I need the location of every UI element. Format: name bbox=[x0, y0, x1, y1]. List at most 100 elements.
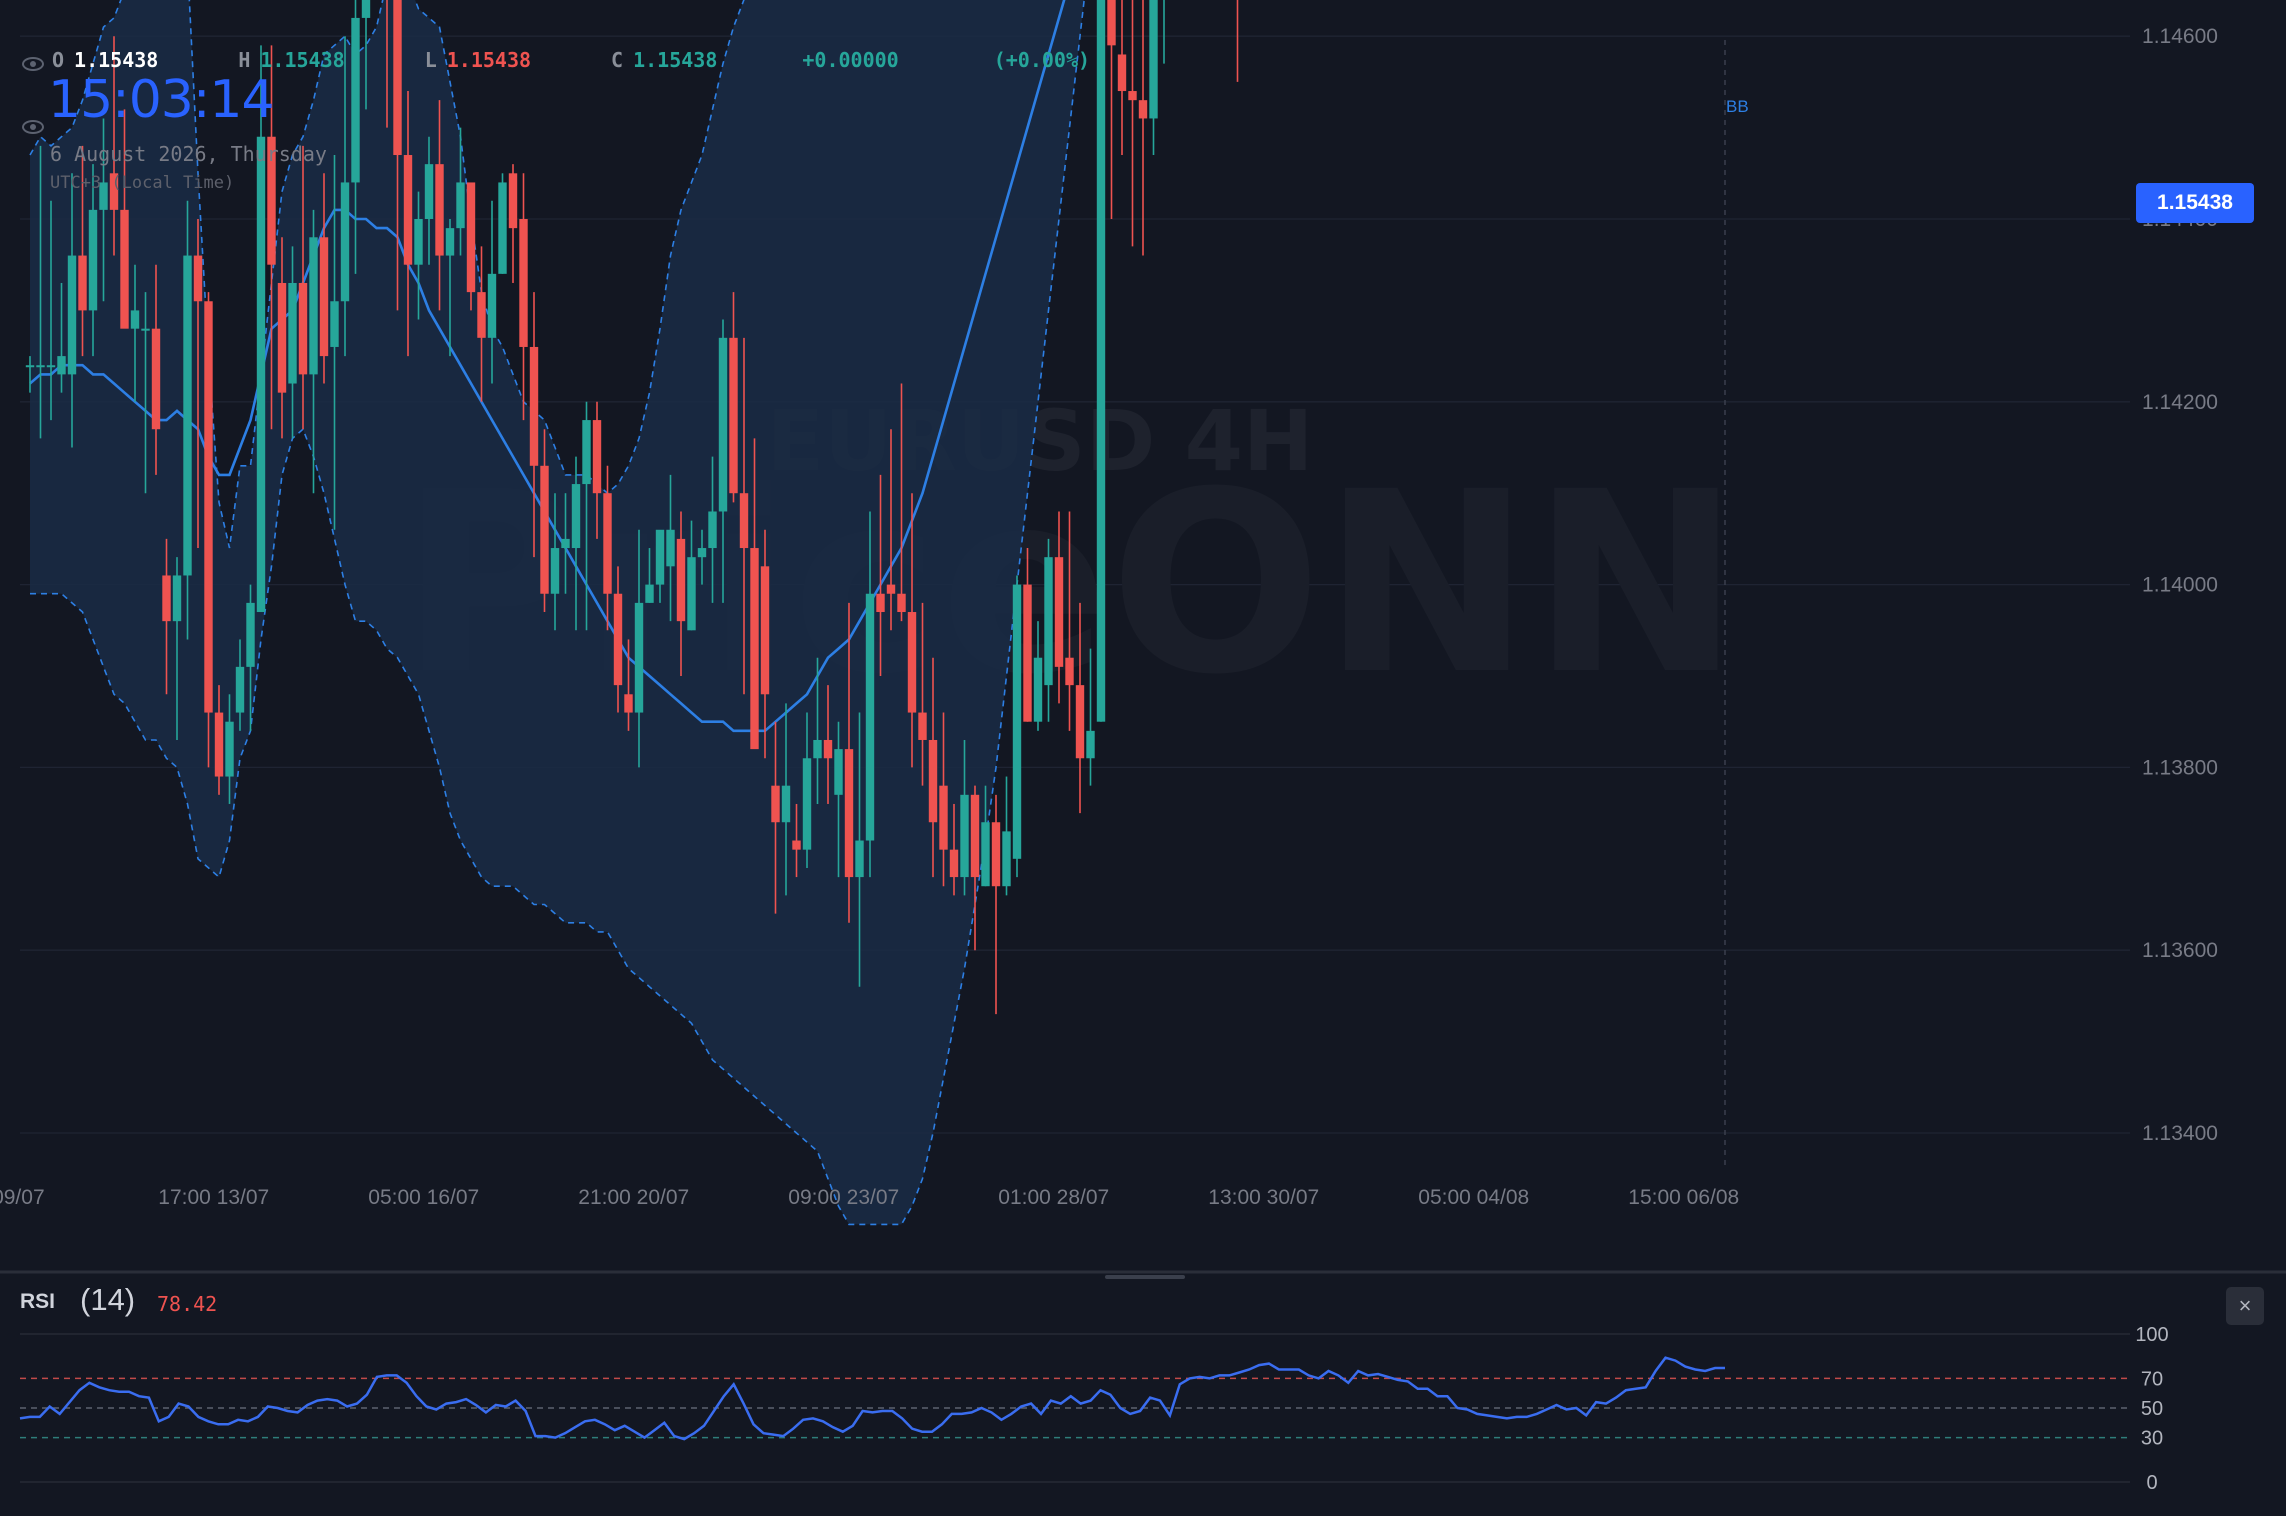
candle-body bbox=[361, 0, 371, 18]
candle-body bbox=[1117, 54, 1127, 92]
rsi-tick-label: 0 bbox=[2146, 1472, 2157, 1494]
candle-body bbox=[235, 666, 245, 713]
candle-body bbox=[141, 328, 150, 331]
ohlc-legend: O 1.15438 H 1.15438 L 1.15438 C 1.15438 … bbox=[22, 48, 1090, 72]
last-price-tag: 1.15438 bbox=[2136, 183, 2254, 223]
candle-body bbox=[256, 136, 266, 613]
candle-body bbox=[487, 273, 497, 338]
candle-body bbox=[813, 739, 822, 759]
candle-body bbox=[403, 155, 413, 265]
candle-body bbox=[456, 182, 465, 229]
candle-body bbox=[792, 840, 801, 850]
candle-body bbox=[760, 566, 770, 695]
eye-icon[interactable] bbox=[22, 120, 44, 134]
candle-body bbox=[162, 575, 171, 622]
candle-body bbox=[78, 255, 87, 311]
open-value: 1.15438 bbox=[74, 48, 159, 72]
candle-body bbox=[1044, 557, 1053, 686]
close-rsi-button[interactable]: × bbox=[2226, 1287, 2264, 1325]
candle-body bbox=[67, 255, 77, 375]
price-tick-label: 1.13400 bbox=[2142, 1122, 2218, 1145]
close-label: C bbox=[611, 48, 624, 72]
candle-body bbox=[466, 182, 476, 293]
price-tick-label: 1.14000 bbox=[2142, 574, 2218, 597]
time-tick-label: 01:00 28/07 bbox=[998, 1186, 1109, 1209]
candle-body bbox=[655, 529, 665, 585]
candle-body bbox=[435, 164, 444, 256]
time-tick-label: 05:00 04/08 bbox=[1418, 1186, 1529, 1209]
candle-body bbox=[183, 255, 192, 576]
rsi-tick-label: 70 bbox=[2141, 1368, 2163, 1390]
candle-body bbox=[1065, 657, 1074, 686]
candle-body bbox=[1096, 0, 1106, 722]
candle-body bbox=[1033, 657, 1043, 722]
candle-body bbox=[120, 209, 129, 329]
candle-body bbox=[729, 337, 738, 494]
candle-body bbox=[204, 301, 213, 713]
time-tick-label: 17:00 13/07 bbox=[158, 1186, 269, 1209]
candle-body bbox=[697, 548, 707, 558]
candle-body bbox=[1002, 831, 1011, 887]
candle-body bbox=[550, 548, 560, 594]
chart-canvas[interactable]: EURUSD 4H PriceONN BB 1.156001.154001.15… bbox=[0, 0, 2286, 1516]
candle-body bbox=[876, 593, 885, 613]
candle-body bbox=[676, 538, 686, 622]
candle-body bbox=[36, 365, 45, 368]
candle-body bbox=[687, 557, 696, 631]
price-tick-label: 1.13600 bbox=[2142, 939, 2218, 962]
candle-body bbox=[540, 465, 549, 594]
candle-body bbox=[708, 511, 717, 549]
open-label: O bbox=[52, 48, 65, 72]
rsi-line bbox=[19, 1356, 1725, 1441]
candle-body bbox=[571, 484, 581, 549]
candle-body bbox=[508, 173, 518, 229]
candle-body bbox=[834, 749, 843, 795]
candle-body bbox=[918, 712, 927, 740]
candle-body bbox=[634, 602, 644, 713]
candle-body bbox=[981, 822, 990, 887]
candle-body bbox=[1107, 0, 1116, 46]
candle-body bbox=[897, 593, 906, 613]
candle-body bbox=[1149, 0, 1158, 119]
candle-body bbox=[424, 164, 434, 219]
candle-body bbox=[907, 612, 917, 713]
candle-body bbox=[477, 292, 486, 338]
change-percent: (+0.00%) bbox=[993, 48, 1091, 72]
candle-body bbox=[172, 575, 182, 622]
eye-icon[interactable] bbox=[22, 57, 44, 71]
candle-body bbox=[351, 17, 360, 183]
price-axis: 1.156001.154001.152001.150001.148001.146… bbox=[2142, 25, 2218, 1145]
candle-body bbox=[750, 548, 759, 750]
candle-body bbox=[949, 849, 959, 878]
rsi-title: RSI bbox=[20, 1290, 56, 1313]
rsi-tick-label: 100 bbox=[2135, 1324, 2168, 1346]
candle-body bbox=[718, 337, 728, 512]
candle-body bbox=[498, 182, 507, 274]
candle-body bbox=[1086, 730, 1095, 759]
low-value: 1.15438 bbox=[446, 48, 532, 72]
candle-body bbox=[613, 593, 623, 686]
candle-body bbox=[865, 593, 875, 841]
clock: 15:03:14 bbox=[48, 70, 275, 130]
candle-body bbox=[193, 255, 203, 302]
candle-body bbox=[340, 182, 350, 302]
time-tick-label: 15:00 06/08 bbox=[1628, 1186, 1739, 1209]
candle-body bbox=[781, 785, 791, 823]
candle-body bbox=[130, 310, 140, 329]
candle-body bbox=[666, 529, 675, 567]
high-value: 1.15438 bbox=[260, 48, 345, 72]
candle-body bbox=[991, 822, 1001, 887]
time-tick-label: 00 09/07 bbox=[0, 1186, 45, 1209]
candle-body bbox=[771, 785, 780, 823]
price-tick-label: 1.14200 bbox=[2142, 391, 2218, 414]
candle-body bbox=[519, 219, 528, 347]
time-tick-label: 13:00 30/07 bbox=[1208, 1186, 1319, 1209]
candle-body bbox=[970, 794, 980, 878]
rsi-period: (14) bbox=[80, 1282, 136, 1317]
candle-body bbox=[298, 282, 308, 375]
price-tick-label: 1.13800 bbox=[2142, 756, 2218, 779]
rsi-tick-label: 50 bbox=[2141, 1398, 2163, 1420]
time-tick-label: 21:00 20/07 bbox=[578, 1186, 689, 1209]
high-label: H bbox=[238, 48, 251, 72]
candle-body bbox=[393, 0, 402, 156]
